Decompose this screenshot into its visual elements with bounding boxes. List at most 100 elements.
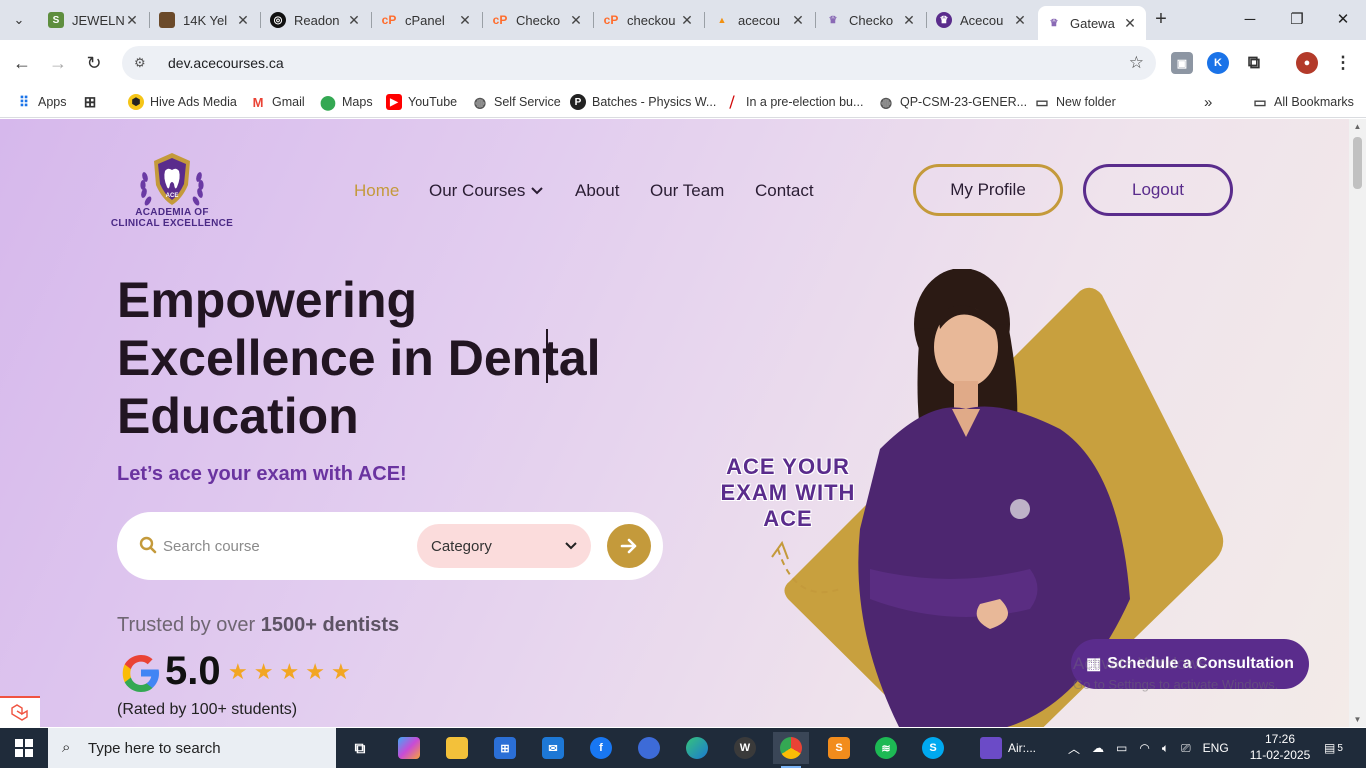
address-bar[interactable]: ⚙ dev.acecourses.ca ☆	[122, 46, 1156, 80]
taskbar-search[interactable]: ⌕ Type here to search	[48, 728, 336, 768]
windows-start-button[interactable]	[0, 728, 48, 768]
back-button[interactable]: ←	[10, 51, 34, 75]
windows-activation-hint: Go to Settings to activate Windows.	[1073, 677, 1279, 692]
scroll-down-icon[interactable]: ▼	[1353, 715, 1362, 724]
site-info-icon[interactable]: ⚙	[134, 55, 154, 71]
bookmark-apps[interactable]: ⠿ Apps	[16, 92, 67, 112]
tab-search-button[interactable]: ⌄	[6, 8, 32, 32]
tab-phpmyadmin[interactable]: ▲ acecou ✕	[706, 6, 814, 34]
language-indicator[interactable]: ENG	[1203, 741, 1229, 755]
cloud-icon[interactable]: ☁	[1092, 741, 1104, 755]
taskbar-skype[interactable]: S	[915, 732, 951, 764]
my-profile-button[interactable]: My Profile	[913, 164, 1063, 216]
sublime-icon: S	[828, 737, 850, 759]
all-bookmarks-button[interactable]: ▭ All Bookmarks	[1252, 92, 1354, 112]
tab-gateway-active[interactable]: ♛ Gatewa ✕	[1038, 6, 1146, 40]
bookmark-hive-ads-media[interactable]: ⬢ Hive Ads Media	[128, 92, 237, 112]
chevron-up-icon[interactable]: ︿	[1068, 740, 1080, 757]
tab-checkout-2[interactable]: cP checkou ✕	[595, 6, 703, 34]
menu-icon[interactable]: ⋮	[1332, 52, 1354, 74]
task-view-button[interactable]: ⧉	[342, 732, 378, 764]
nav-our-team-link[interactable]: Our Team	[650, 181, 724, 201]
taskbar-spotify[interactable]: ≋	[868, 732, 904, 764]
avatar[interactable]: ●	[1296, 52, 1318, 74]
taskbar-mail[interactable]: ✉	[535, 732, 571, 764]
tab-14k-yel[interactable]: 14K Yel ✕	[151, 6, 259, 34]
category-select[interactable]: Category	[417, 524, 591, 568]
nav-contact-link[interactable]: Contact	[755, 181, 814, 201]
bookmark-batches-physics[interactable]: P Batches - Physics W...	[570, 92, 716, 112]
search-icon: ⌕	[62, 739, 71, 756]
bookmark-maps[interactable]: ⬤ Maps	[320, 92, 372, 112]
bookmark-self-service[interactable]: ◍ Self Service	[472, 92, 561, 112]
reload-button[interactable]: ↻	[82, 51, 106, 75]
extension-icon[interactable]: ▣	[1171, 52, 1193, 74]
chrome-icon	[780, 737, 802, 759]
tab-cpanel[interactable]: cP cPanel ✕	[373, 6, 481, 34]
bookmark-tab-groups[interactable]: ⊞	[82, 92, 104, 112]
url-text[interactable]: dev.acecourses.ca	[168, 55, 1129, 71]
ace-site-icon: ♛	[1049, 17, 1059, 29]
close-icon[interactable]: ✕	[1122, 15, 1138, 32]
extension-icon[interactable]: K	[1207, 52, 1229, 74]
scrollbar-thumb[interactable]	[1353, 137, 1362, 189]
bookmark-new-folder[interactable]: ▭ New folder	[1034, 92, 1115, 112]
meet-now-icon[interactable]: ⎚	[1181, 741, 1191, 756]
page-scrollbar[interactable]: ▲ ▼	[1349, 119, 1366, 727]
tab-checkout-1[interactable]: cP Checko ✕	[484, 6, 592, 34]
bookmark-star-icon[interactable]: ☆	[1129, 53, 1144, 73]
notification-center-button[interactable]: ▤ 5	[1324, 728, 1343, 768]
taskbar-edge[interactable]	[679, 732, 715, 764]
taskbar-facebook[interactable]: f	[583, 732, 619, 764]
taskbar-wordpress[interactable]: W	[727, 732, 763, 764]
globe-icon: ◍	[879, 93, 893, 110]
tab-checkout-3[interactable]: ♛ Checko ✕	[817, 6, 925, 34]
star-icon: ★	[330, 659, 351, 684]
puzzle-icon[interactable]: ⧉	[1243, 52, 1265, 74]
globe-icon: ◍	[473, 93, 487, 110]
close-icon[interactable]: ✕	[901, 12, 917, 29]
close-icon[interactable]: ✕	[1012, 12, 1028, 29]
close-icon[interactable]: ✕	[790, 12, 806, 29]
close-icon[interactable]: ✕	[124, 12, 140, 29]
close-icon[interactable]: ✕	[346, 12, 362, 29]
search-submit-button[interactable]	[607, 524, 651, 568]
scroll-up-icon[interactable]: ▲	[1353, 122, 1362, 131]
laravel-debug-icon[interactable]	[0, 696, 40, 727]
taskbar-firefox[interactable]	[631, 732, 667, 764]
star-icon: ★	[228, 659, 248, 684]
close-icon[interactable]: ✕	[679, 12, 695, 29]
bookmark-youtube[interactable]: ▶ YouTube	[386, 92, 457, 112]
nav-our-courses-link[interactable]: Our Courses	[429, 181, 544, 201]
volume-icon[interactable]: 🔈︎	[1162, 741, 1169, 756]
tab-jeweln[interactable]: S JEWELN ✕	[40, 6, 148, 34]
forward-button[interactable]: →	[46, 51, 70, 75]
tab-readon[interactable]: ◎ Readon ✕	[262, 6, 370, 34]
minimize-button[interactable]: ─	[1238, 8, 1262, 32]
bookmark-gmail[interactable]: M Gmail	[250, 92, 305, 112]
search-course-input[interactable]	[163, 532, 403, 560]
restore-button[interactable]: ❐	[1285, 8, 1309, 32]
close-window-button[interactable]: ✕	[1331, 8, 1355, 32]
taskbar-store[interactable]: ⊞	[487, 732, 523, 764]
nav-about-link[interactable]: About	[575, 181, 619, 201]
taskbar-file-explorer[interactable]	[439, 732, 475, 764]
nav-home-link[interactable]: Home	[354, 181, 399, 201]
system-clock[interactable]: 17:26 11-02-2025	[1248, 731, 1312, 763]
more-bookmarks-chevron-icon[interactable]: »	[1204, 92, 1212, 112]
hero-subtitle: Let’s ace your exam with ACE!	[117, 463, 407, 485]
taskbar-air-widget[interactable]: Air:...	[980, 728, 1036, 768]
bookmark-pre-election[interactable]: ⧸ In a pre-election bu...	[724, 92, 864, 112]
tab-acecourses[interactable]: ♛ Acecou ✕	[928, 6, 1036, 34]
close-icon[interactable]: ✕	[457, 12, 473, 29]
wifi-icon[interactable]: ◠	[1139, 741, 1149, 755]
battery-icon[interactable]: ▭	[1116, 741, 1127, 755]
close-icon[interactable]: ✕	[568, 12, 584, 29]
bookmark-qp-csm[interactable]: ◍ QP-CSM-23-GENER...	[878, 92, 1027, 112]
logout-button[interactable]: Logout	[1083, 164, 1233, 216]
taskbar-chrome[interactable]	[773, 732, 809, 768]
new-tab-button[interactable]: +	[1150, 8, 1172, 30]
taskbar-copilot[interactable]	[391, 732, 427, 764]
taskbar-sublime[interactable]: S	[821, 732, 857, 764]
close-icon[interactable]: ✕	[235, 12, 251, 29]
